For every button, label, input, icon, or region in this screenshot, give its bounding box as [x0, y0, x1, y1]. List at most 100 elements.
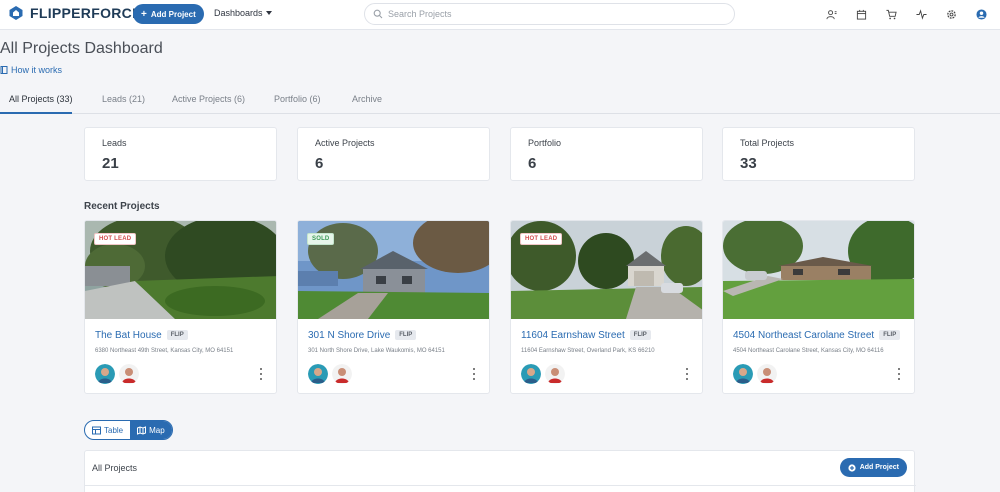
project-name: The Bat House — [95, 330, 162, 341]
avatar[interactable] — [332, 364, 352, 384]
more-options-icon[interactable] — [684, 368, 690, 380]
project-name-link[interactable]: 4504 Northeast Carolane Street FLIP — [733, 330, 901, 341]
tab-archive[interactable]: Archive — [352, 94, 382, 104]
tab-active-projects[interactable]: Active Projects (6) — [172, 94, 245, 104]
team-avatars — [95, 364, 139, 384]
page-title: All Projects Dashboard — [0, 40, 163, 57]
project-address: 4504 Northeast Carolane Street, Kansas C… — [733, 348, 884, 354]
more-options-icon[interactable] — [258, 368, 264, 380]
team-avatars — [521, 364, 565, 384]
stat-card-portfolio[interactable]: Portfolio 6 — [510, 127, 703, 181]
dashboards-menu[interactable]: Dashboards — [214, 8, 272, 18]
project-card[interactable]: 4504 Northeast Carolane Street FLIP 4504 … — [722, 220, 915, 394]
project-card[interactable]: HOT LEAD 11604 Earnshaw Street FLIP 11604… — [510, 220, 703, 394]
logo-icon — [9, 6, 23, 20]
search-bar[interactable] — [364, 3, 735, 25]
project-card[interactable]: SOLD 301 N Shore Drive FLIP 301 North Sho… — [297, 220, 490, 394]
project-name-link[interactable]: The Bat House FLIP — [95, 330, 188, 341]
property-photo: HOT LEAD — [85, 221, 276, 319]
project-address: 301 North Shore Drive, Lake Waukomis, MO… — [308, 348, 445, 354]
stat-label: Portfolio — [528, 138, 562, 148]
more-options-icon[interactable] — [471, 368, 477, 380]
how-it-works-link[interactable]: How it works — [0, 65, 62, 75]
avatar[interactable] — [95, 364, 115, 384]
more-options-icon[interactable] — [896, 368, 902, 380]
stat-label: Active Projects — [315, 138, 375, 148]
calendar-icon[interactable] — [846, 6, 876, 22]
project-name: 301 N Shore Drive — [308, 330, 391, 341]
add-project-label: Add Project — [150, 9, 196, 19]
project-type-tag: FLIP — [629, 330, 651, 341]
avatar[interactable] — [521, 364, 541, 384]
stat-value: 21 — [102, 155, 119, 172]
view-toggle: Table Map — [84, 420, 173, 440]
project-name-link[interactable]: 301 N Shore Drive FLIP — [308, 330, 417, 341]
all-projects-heading: All Projects — [92, 463, 138, 473]
project-type-tag: FLIP — [879, 330, 901, 341]
add-project-button[interactable]: Add Project — [839, 458, 907, 477]
recent-projects-heading: Recent Projects — [84, 201, 160, 212]
table-view-label: Table — [104, 425, 124, 435]
property-photo: HOT LEAD — [511, 221, 702, 319]
top-navbar: FLIPPERFORCE + Add Project Dashboards — [0, 0, 1000, 30]
logo[interactable]: FLIPPERFORCE — [8, 5, 142, 21]
stat-card-active-projects[interactable]: Active Projects 6 — [297, 127, 490, 181]
stat-label: Leads — [102, 138, 127, 148]
tab-portfolio[interactable]: Portfolio (6) — [274, 94, 321, 104]
map-icon — [137, 425, 147, 435]
search-input[interactable] — [388, 9, 718, 19]
status-badge: HOT LEAD — [94, 233, 137, 245]
table-view-button[interactable]: Table — [85, 421, 130, 439]
avatar[interactable] — [733, 364, 753, 384]
stat-value: 33 — [740, 155, 757, 172]
tab-all-projects[interactable]: All Projects (33) — [9, 94, 73, 104]
project-name: 11604 Earnshaw Street — [521, 330, 625, 341]
project-address: 6380 Northeast 49th Street, Kansas City,… — [95, 348, 234, 354]
project-card[interactable]: HOT LEAD The Bat House FLIP 6380 Northeas… — [84, 220, 277, 394]
status-badge: SOLD — [307, 233, 335, 245]
property-photo — [723, 221, 914, 319]
stat-label: Total Projects — [740, 138, 795, 148]
property-photo: SOLD — [298, 221, 489, 319]
divider — [85, 485, 916, 486]
contacts-icon[interactable] — [816, 6, 846, 22]
project-name: 4504 Northeast Carolane Street — [733, 330, 875, 341]
stat-card-total-projects[interactable]: Total Projects 33 — [722, 127, 915, 181]
cart-icon[interactable] — [876, 6, 906, 22]
nav-icons — [816, 6, 996, 22]
project-type-tag: FLIP — [166, 330, 188, 341]
team-avatars — [308, 364, 352, 384]
team-avatars — [733, 364, 777, 384]
activity-icon[interactable] — [906, 6, 936, 22]
user-avatar-icon[interactable] — [966, 6, 996, 22]
stat-value: 6 — [528, 155, 537, 172]
brand-name: FLIPPERFORCE — [30, 5, 142, 21]
avatar[interactable] — [545, 364, 565, 384]
tab-leads[interactable]: Leads (21) — [102, 94, 145, 104]
dashboards-label: Dashboards — [214, 8, 263, 18]
project-type-tag: FLIP — [395, 330, 417, 341]
project-address: 11604 Earnshaw Street, Overland Park, KS… — [521, 348, 655, 354]
tab-bar: All Projects (33) Leads (21) Active Proj… — [0, 86, 1000, 114]
caret-down-icon — [265, 11, 272, 15]
project-name-link[interactable]: 11604 Earnshaw Street FLIP — [521, 330, 651, 341]
plus-icon: + — [141, 8, 147, 20]
add-project-label: Add Project — [859, 464, 899, 471]
add-project-button[interactable]: + Add Project — [133, 4, 204, 24]
avatar[interactable] — [757, 364, 777, 384]
how-it-works-label: How it works — [11, 65, 63, 75]
map-view-label: Map — [149, 425, 165, 435]
map-view-button[interactable]: Map — [130, 421, 172, 439]
active-tab-indicator — [0, 112, 72, 114]
stat-card-leads[interactable]: Leads 21 — [84, 127, 277, 181]
stat-value: 6 — [315, 155, 324, 172]
book-icon — [0, 66, 8, 74]
avatar[interactable] — [308, 364, 328, 384]
plus-circle-icon — [848, 463, 856, 472]
all-projects-panel: All Projects Add Project — [84, 450, 916, 492]
table-icon — [92, 426, 101, 434]
search-icon — [373, 9, 383, 19]
avatar[interactable] — [119, 364, 139, 384]
settings-icon[interactable] — [936, 6, 966, 22]
status-badge: HOT LEAD — [520, 233, 563, 245]
